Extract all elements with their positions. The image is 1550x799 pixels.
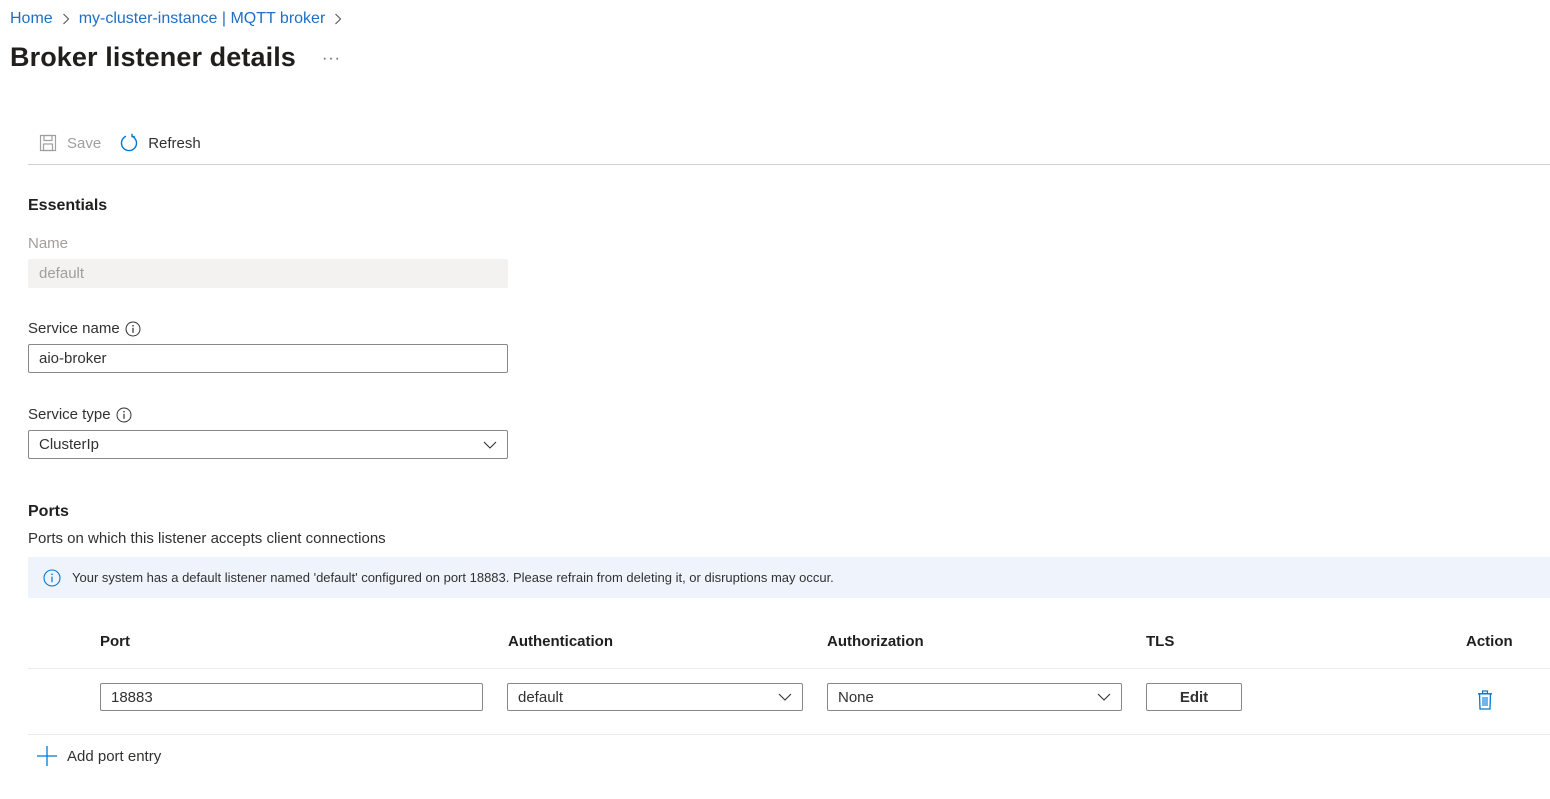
info-icon xyxy=(43,568,61,587)
service-type-label: Service type xyxy=(28,406,132,423)
save-label: Save xyxy=(67,134,102,152)
info-icon[interactable] xyxy=(125,321,141,337)
more-options-button[interactable]: ··· xyxy=(322,50,341,68)
service-type-dropdown[interactable]: ClusterIp xyxy=(28,430,508,459)
service-name-input[interactable]: aio-broker xyxy=(28,344,508,373)
column-header-action: Action xyxy=(1466,633,1513,650)
authentication-dropdown[interactable]: default xyxy=(507,683,803,711)
command-bar: Save Refresh xyxy=(28,128,1550,165)
breadcrumb-home-link[interactable]: Home xyxy=(10,10,53,28)
ports-table: Port Authentication Authorization TLS Ac… xyxy=(28,620,1550,735)
refresh-label: Refresh xyxy=(148,134,201,152)
name-label: Name xyxy=(28,235,68,252)
column-header-authentication: Authentication xyxy=(508,633,613,650)
page-title: Broker listener details xyxy=(10,42,296,72)
authorization-value: None xyxy=(838,688,874,706)
column-header-authorization: Authorization xyxy=(827,633,924,650)
chevron-down-icon xyxy=(778,693,792,701)
plus-icon xyxy=(36,745,58,767)
table-row: 18883 default None Edit xyxy=(28,669,1550,735)
add-port-entry-button[interactable]: Add port entry xyxy=(36,745,161,767)
port-input[interactable]: 18883 xyxy=(100,683,483,711)
column-header-port: Port xyxy=(100,633,130,650)
save-button[interactable]: Save xyxy=(28,128,111,158)
ports-heading: Ports xyxy=(28,503,69,520)
breadcrumb-mqtt-broker-link[interactable]: my-cluster-instance | MQTT broker xyxy=(79,10,326,28)
ports-description: Ports on which this listener accepts cli… xyxy=(28,530,386,547)
name-label-text: Name xyxy=(28,235,69,252)
table-header: Port Authentication Authorization TLS Ac… xyxy=(28,620,1550,669)
service-type-label-text: Service type xyxy=(28,406,111,423)
tls-edit-button[interactable]: Edit xyxy=(1146,683,1242,711)
chevron-down-icon xyxy=(1097,693,1111,701)
chevron-down-icon xyxy=(483,441,497,449)
service-name-label-text: Service name xyxy=(28,320,120,337)
authentication-value: default xyxy=(518,688,564,706)
chevron-right-icon xyxy=(62,13,70,25)
name-input: default xyxy=(28,259,508,288)
delete-icon[interactable] xyxy=(1475,689,1495,711)
chevron-right-icon xyxy=(334,13,342,25)
info-message-text: Your system has a default listener named… xyxy=(72,570,834,585)
save-icon xyxy=(38,133,58,153)
refresh-button[interactable]: Refresh xyxy=(111,128,211,158)
service-type-value: ClusterIp xyxy=(39,436,100,453)
refresh-icon xyxy=(119,133,139,153)
info-icon[interactable] xyxy=(116,407,132,423)
column-header-tls: TLS xyxy=(1146,633,1175,650)
add-port-entry-label: Add port entry xyxy=(67,747,162,765)
info-message-bar: Your system has a default listener named… xyxy=(28,557,1550,598)
service-name-label: Service name xyxy=(28,320,141,337)
authorization-dropdown[interactable]: None xyxy=(827,683,1122,711)
essentials-heading: Essentials xyxy=(28,197,108,214)
breadcrumb: Home my-cluster-instance | MQTT broker xyxy=(10,10,351,28)
